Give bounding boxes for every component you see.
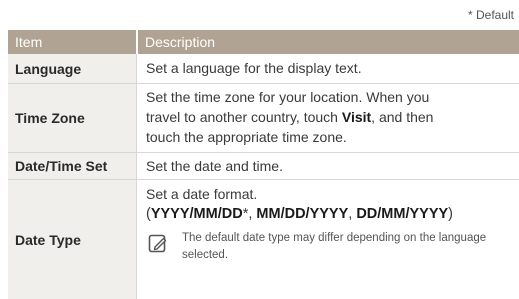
paren: ) — [448, 206, 453, 222]
note-text: The default date type may differ dependi… — [182, 232, 487, 261]
desc-line: Set the time zone for your location. Whe… — [146, 89, 430, 105]
date-format-list: (YYYY/MM/DD*, MM/DD/YYYY, DD/MM/YYYY) — [146, 204, 519, 224]
desc-line: Set a date format. — [146, 186, 258, 202]
desc-line: travel to another country, touch Visit, … — [146, 107, 519, 127]
format-yyyy-mm-dd: YYYY/MM/DD — [150, 206, 243, 222]
row-desc-date-time-set: Set the date and time. — [136, 153, 519, 179]
note-pencil-icon — [148, 234, 167, 253]
settings-table: Item Description Language Set a language… — [8, 30, 519, 299]
header-item: Item — [15, 34, 43, 50]
row-desc-date-type: Set a date format. (YYYY/MM/DD*, MM/DD/Y… — [136, 180, 519, 299]
row-item-date-time-set: Date/Time Set — [8, 153, 136, 179]
default-note: * Default — [467, 8, 514, 22]
format-mm-dd-yyyy: MM/DD/YYYY — [256, 206, 349, 222]
table-row: Date Type Set a date format. (YYYY/MM/DD… — [8, 180, 519, 299]
row-desc-time-zone: Set the time zone for your location. Whe… — [136, 84, 519, 152]
row-item-date-type: Date Type — [8, 180, 136, 299]
table-header: Item Description — [8, 30, 519, 54]
note-box: The default date type may differ dependi… — [146, 230, 519, 264]
header-description: Description — [136, 30, 519, 54]
table-row: Time Zone Set the time zone for your loc… — [8, 84, 519, 153]
table-row: Date/Time Set Set the date and time. — [8, 153, 519, 180]
visit-label: Visit — [341, 109, 372, 125]
table-row: Language Set a language for the display … — [8, 54, 519, 84]
desc-text: travel to another country, touch — [146, 109, 342, 125]
row-desc-language: Set a language for the display text. — [136, 54, 519, 83]
format-dd-mm-yyyy: DD/MM/YYYY — [356, 206, 449, 222]
desc-text: , and then — [371, 109, 434, 125]
desc-line: touch the appropriate time zone. — [146, 129, 347, 145]
row-item-language: Language — [8, 54, 136, 83]
row-item-time-zone: Time Zone — [8, 84, 136, 152]
